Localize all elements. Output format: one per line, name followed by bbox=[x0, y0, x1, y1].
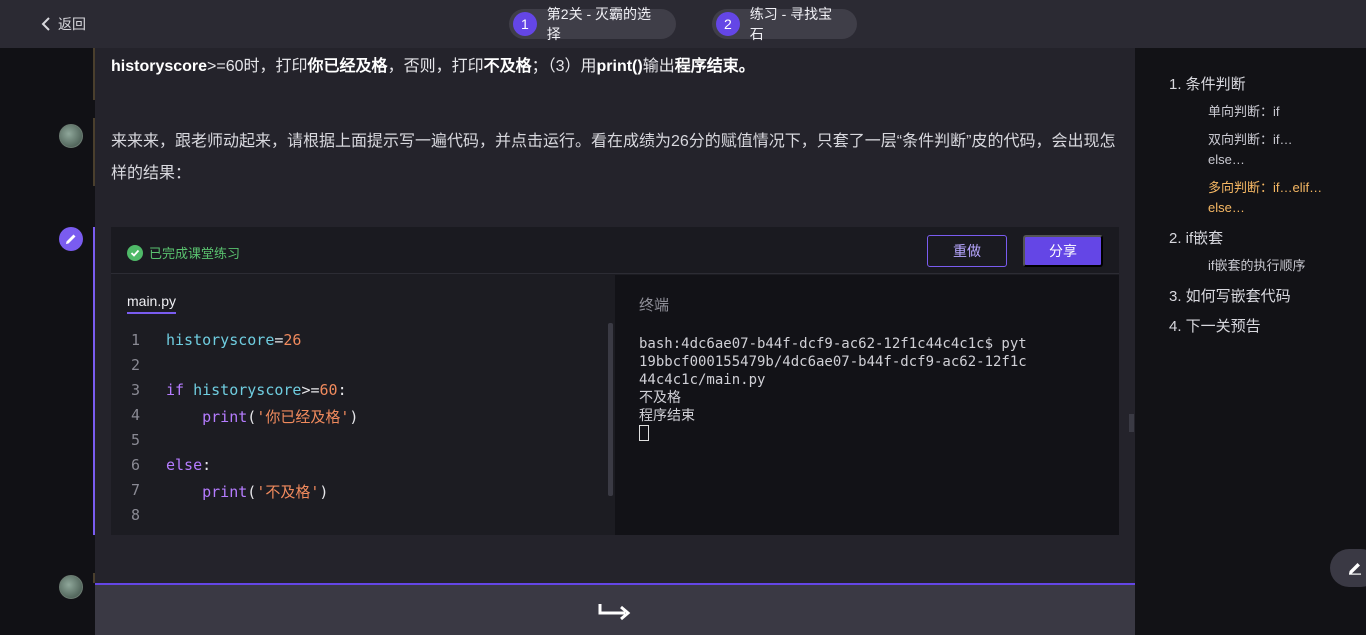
toc-subitem[interactable]: 双向判断：if…else… bbox=[1208, 130, 1328, 170]
redo-button[interactable]: 重做 bbox=[927, 235, 1007, 267]
code-token: '不及格' bbox=[256, 483, 320, 501]
code-token: historyscore bbox=[166, 331, 275, 349]
completion-status: 已完成课堂练习 bbox=[127, 243, 240, 262]
terminal-cursor bbox=[639, 425, 649, 441]
pencil-icon bbox=[66, 234, 76, 244]
terminal-line: 19bbcf000155479b/4dc6ae07-b44f-dcf9-ac62… bbox=[639, 354, 1027, 370]
code-token: : bbox=[202, 456, 212, 474]
back-label: 返回 bbox=[58, 16, 86, 32]
teacher-avatar bbox=[59, 124, 83, 148]
toc-subitem[interactable]: if嵌套的执行顺序 bbox=[1208, 256, 1328, 276]
line-number: 6 bbox=[131, 456, 141, 474]
step-label: 第2关 - 灭霸的选择 bbox=[546, 6, 652, 42]
status-text: 已完成课堂练习 bbox=[149, 246, 241, 261]
exercise-header: 已完成课堂练习 重做 分享 bbox=[111, 227, 1119, 274]
continue-button[interactable] bbox=[597, 601, 633, 626]
terminal-line: bash:4dc6ae07-b44f-dcf9-ac62-12f1c44c4c1… bbox=[639, 336, 1027, 352]
line-number: 3 bbox=[131, 381, 141, 399]
code-token: : bbox=[337, 381, 347, 399]
code-token: ( bbox=[247, 483, 257, 501]
bottom-bar bbox=[95, 583, 1135, 635]
toc-subitem[interactable]: 单向判断：if bbox=[1208, 102, 1328, 122]
timeline-line bbox=[93, 48, 95, 100]
exercise-badge bbox=[59, 227, 83, 251]
teacher-avatar bbox=[59, 575, 83, 599]
code-token: historyscore bbox=[184, 381, 302, 399]
check-circle-icon bbox=[127, 244, 143, 261]
code-token: 60 bbox=[319, 381, 338, 399]
terminal-cursor-line[interactable] bbox=[639, 425, 1109, 443]
code-line: historyscore=26 bbox=[166, 331, 301, 349]
code-line: else: bbox=[166, 456, 211, 474]
exercise-panel: 已完成课堂练习 重做 分享 main.py 1 2 3 4 5 6 7 8 hi… bbox=[111, 227, 1119, 535]
terminal-line: 不及格 bbox=[639, 390, 681, 406]
code-token: ) bbox=[349, 408, 359, 426]
code-token: ) bbox=[319, 483, 329, 501]
code-line: if historyscore>=60: bbox=[166, 381, 347, 399]
code-token: print bbox=[202, 483, 248, 501]
code-token: print bbox=[202, 408, 248, 426]
code-token: >= bbox=[301, 381, 320, 399]
line-number: 7 bbox=[131, 481, 141, 499]
exercise-accent-line bbox=[93, 227, 95, 535]
note-button[interactable] bbox=[1330, 549, 1366, 587]
emphasis: print() bbox=[596, 58, 643, 75]
enter-arrow-icon bbox=[598, 604, 631, 621]
emphasis: 你已经及格 bbox=[307, 58, 388, 75]
line-number: 4 bbox=[131, 406, 141, 424]
line-number: 2 bbox=[131, 356, 141, 374]
text: ；（3）用 bbox=[531, 58, 597, 75]
text: >=60时，打印 bbox=[207, 58, 308, 75]
terminal-line: 程序结束 bbox=[639, 408, 695, 424]
terminal-line: 44c4c1c/main.py bbox=[639, 372, 766, 388]
file-tab[interactable]: main.py bbox=[127, 293, 177, 314]
step-label: 练习 - 寻找宝石 bbox=[749, 6, 833, 42]
step-number: 1 bbox=[513, 12, 537, 36]
message-text: 来来来，跟老师动起来，请根据上面提示写一遍代码，并点击运行。看在成绩为26分的赋… bbox=[111, 133, 1116, 182]
share-button[interactable]: 分享 bbox=[1023, 235, 1103, 267]
code-token: else bbox=[166, 456, 203, 474]
timeline-line bbox=[93, 573, 95, 583]
terminal-output: bash:4dc6ae07-b44f-dcf9-ac62-12f1c44c4c1… bbox=[639, 335, 1109, 443]
toc-subitem-active[interactable]: 多向判断：if…elif…else… bbox=[1208, 178, 1328, 218]
line-number: 8 bbox=[131, 506, 141, 524]
step-tab-2[interactable]: 2 练习 - 寻找宝石 bbox=[712, 6, 857, 42]
code-token: '你已经及格' bbox=[256, 408, 350, 426]
code-token: 26 bbox=[283, 331, 302, 349]
toc-item[interactable]: 1. 条件判断 bbox=[1169, 73, 1246, 94]
text: ，否则，打印 bbox=[387, 58, 484, 75]
content-scrollbar[interactable] bbox=[1129, 414, 1134, 432]
step-tab-1[interactable]: 1 第2关 - 灭霸的选择 bbox=[509, 6, 676, 42]
line-number: 1 bbox=[131, 331, 141, 349]
pencil-icon bbox=[1349, 563, 1361, 575]
toc-item[interactable]: 2. if嵌套 bbox=[1169, 227, 1223, 248]
top-bar: 返回 1 第2关 - 灭霸的选择 2 练习 - 寻找宝石 bbox=[0, 0, 1366, 48]
message-text: historyscore>=60时，打印你已经及格，否则，打印不及格；（3）用p… bbox=[111, 55, 1121, 79]
step-number: 2 bbox=[716, 12, 740, 36]
editor-scrollbar[interactable] bbox=[608, 323, 613, 496]
code-token: ( bbox=[247, 408, 257, 426]
code-editor[interactable]: main.py 1 2 3 4 5 6 7 8 historyscore=26 … bbox=[111, 275, 615, 535]
emphasis: 不及格 bbox=[483, 58, 532, 75]
code-line: print('不及格') bbox=[166, 481, 328, 502]
emphasis: 程序结束。 bbox=[674, 58, 755, 75]
text: 输出 bbox=[642, 58, 675, 75]
code-line: print('你已经及格') bbox=[166, 406, 358, 427]
toc-item[interactable]: 4. 下一关预告 bbox=[1169, 315, 1261, 336]
code-token: if bbox=[166, 381, 185, 399]
terminal-pane[interactable]: 终端 bash:4dc6ae07-b44f-dcf9-ac62-12f1c44c… bbox=[615, 275, 1119, 535]
table-of-contents: 1. 条件判断 单向判断：if 双向判断：if…else… 多向判断：if…el… bbox=[1135, 48, 1366, 635]
toc-item[interactable]: 3. 如何写嵌套代码 bbox=[1169, 285, 1291, 306]
emphasis: historyscore bbox=[111, 58, 208, 75]
back-button[interactable]: 返回 bbox=[40, 14, 86, 34]
line-number: 5 bbox=[131, 431, 141, 449]
timeline-line bbox=[93, 118, 95, 186]
terminal-title: 终端 bbox=[639, 297, 670, 314]
chevron-left-icon bbox=[41, 17, 50, 31]
